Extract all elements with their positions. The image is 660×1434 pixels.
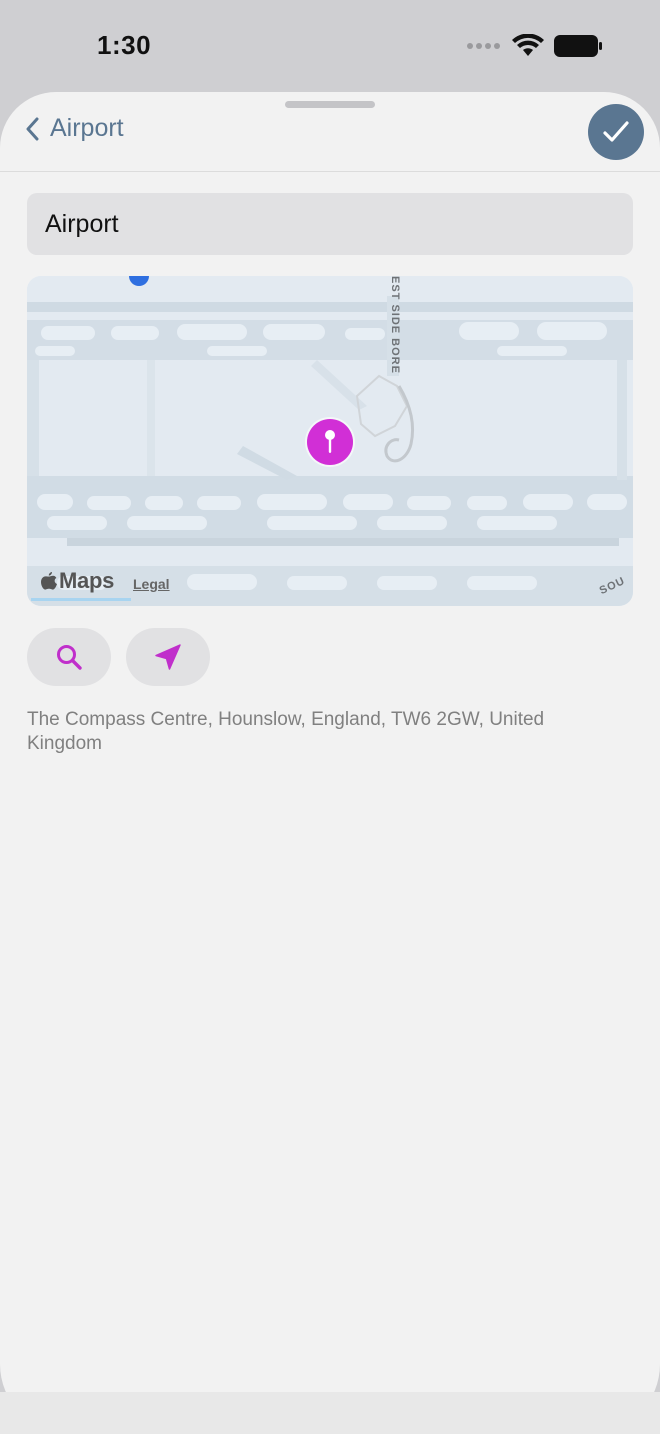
underlying-view-peek <box>0 1392 660 1434</box>
maps-logo-text: Maps <box>59 568 115 593</box>
wifi-icon <box>512 34 544 56</box>
done-button[interactable] <box>588 104 644 160</box>
status-bar: 1:30 <box>0 0 660 92</box>
cellular-signal-icon <box>467 43 500 49</box>
map-pin-icon <box>325 430 335 453</box>
location-address: The Compass Centre, Hounslow, England, T… <box>27 709 545 754</box>
checkmark-icon <box>603 121 629 142</box>
status-icons <box>466 34 602 58</box>
location-name-input[interactable] <box>27 193 633 255</box>
road-label: EST SIDE BORE <box>389 276 401 374</box>
location-arrow-icon <box>155 644 181 670</box>
location-sheet: Airport Airport EST SIDE BORE SOU Maps L… <box>0 92 660 1434</box>
map-view[interactable]: EST SIDE BORE SOU Maps Legal <box>27 276 633 606</box>
back-button[interactable]: Airport <box>24 114 124 143</box>
search-location-button[interactable] <box>27 628 111 686</box>
legal-link[interactable]: Legal <box>133 576 170 592</box>
magnifier-icon <box>57 645 82 670</box>
status-time: 1:30 <box>97 30 152 60</box>
battery-icon <box>554 35 602 57</box>
apple-maps-logo: Maps <box>41 568 114 594</box>
current-location-button[interactable] <box>126 628 210 686</box>
back-label: Airport <box>50 114 124 142</box>
chevron-left-icon <box>26 117 39 140</box>
apple-logo-icon <box>41 572 57 590</box>
nav-bar: Airport <box>0 92 660 172</box>
location-pin[interactable] <box>307 419 353 465</box>
